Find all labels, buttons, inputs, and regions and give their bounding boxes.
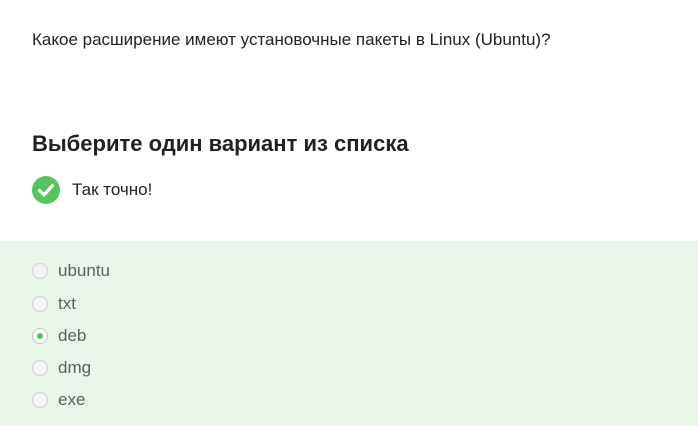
option-txt[interactable]: txt [32,292,76,316]
option-deb[interactable]: deb [32,324,86,348]
radio-button[interactable] [32,296,48,312]
radio-button-selected[interactable] [32,328,48,344]
option-ubuntu[interactable]: ubuntu [32,259,110,283]
question-text: Какое расширение имеют установочные паке… [32,30,551,49]
radio-button[interactable] [32,360,48,376]
option-dmg[interactable]: dmg [32,356,91,380]
radio-button[interactable] [32,263,48,279]
option-label: txt [58,294,76,313]
option-label: deb [58,326,87,345]
options-panel: ubuntu txt deb dmg exe [0,241,698,426]
feedback-message: Так точно! [32,176,152,204]
option-label: ubuntu [58,261,110,280]
feedback-text: Так точно! [72,180,153,199]
choice-heading: Выберите один вариант из списка [32,131,409,156]
option-label: exe [58,390,86,409]
quiz-page: Какое расширение имеют установочные паке… [0,0,698,426]
option-label: dmg [58,358,92,377]
radio-button[interactable] [32,392,48,408]
check-circle-icon [32,176,60,204]
option-exe[interactable]: exe [32,388,85,412]
